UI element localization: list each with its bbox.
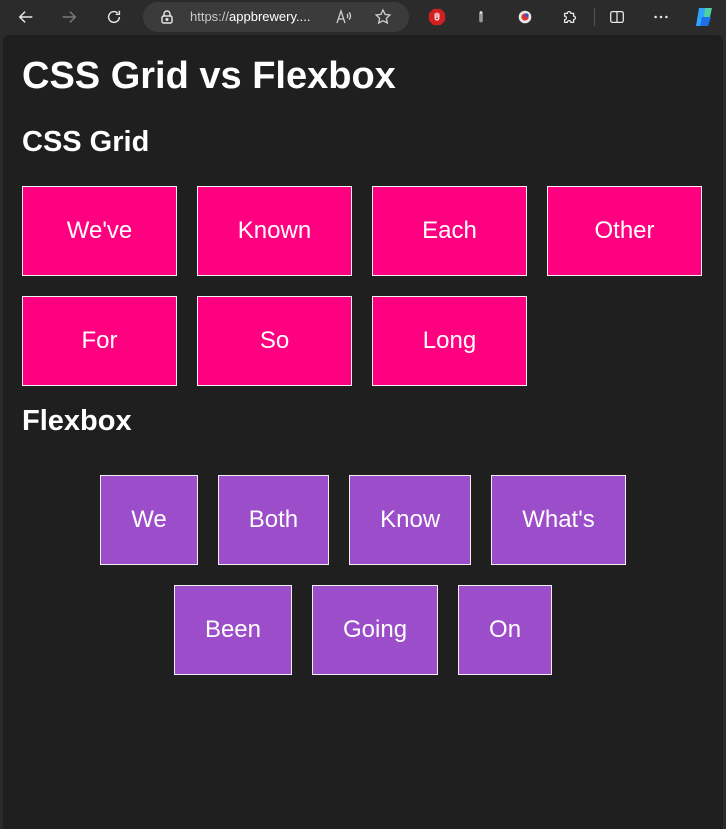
split-screen-icon[interactable] — [604, 4, 630, 30]
browser-toolbar: https://appbrewery.... — [0, 0, 726, 34]
colorzilla-extension-icon[interactable] — [512, 4, 538, 30]
extensions-puzzle-icon[interactable] — [557, 4, 583, 30]
adblock-extension-icon[interactable] — [424, 4, 450, 30]
flex-item: Both — [217, 475, 330, 565]
grid-item: Each — [372, 186, 527, 276]
copilot-icon[interactable] — [690, 4, 720, 30]
lock-icon[interactable] — [159, 9, 175, 25]
extension-icon[interactable] — [468, 4, 494, 30]
url-text[interactable]: https://appbrewery.... — [190, 9, 310, 24]
grid-item: Long — [372, 296, 527, 386]
flex-item: On — [458, 585, 553, 675]
grid-item: Other — [547, 186, 702, 276]
refresh-icon[interactable] — [101, 4, 127, 30]
css-grid-container: We've Known Each Other For So Long — [22, 186, 702, 386]
flexbox-heading: Flexbox — [22, 405, 132, 437]
flex-item: Been — [173, 585, 292, 675]
more-options-icon[interactable] — [648, 4, 674, 30]
page-viewport: CSS Grid vs Flexbox CSS Grid We've Known… — [3, 35, 723, 829]
flex-item: Going — [312, 585, 439, 675]
read-aloud-icon[interactable] — [335, 8, 353, 26]
flex-item: We — [100, 475, 198, 565]
flex-item: What's — [491, 475, 626, 565]
css-grid-heading: CSS Grid — [22, 126, 150, 158]
forward-icon[interactable] — [56, 4, 82, 30]
toolbar-separator — [594, 8, 595, 26]
address-bar[interactable]: https://appbrewery.... — [143, 2, 409, 32]
flex-item: Know — [349, 475, 472, 565]
grid-item: Known — [197, 186, 352, 276]
grid-item: So — [197, 296, 352, 386]
flexbox-container: We Both Know What's Been Going On — [3, 475, 723, 675]
page-title: CSS Grid vs Flexbox — [22, 55, 396, 97]
favorite-star-icon[interactable] — [374, 8, 392, 26]
grid-item: For — [22, 296, 177, 386]
back-icon[interactable] — [13, 4, 39, 30]
grid-item: We've — [22, 186, 177, 276]
